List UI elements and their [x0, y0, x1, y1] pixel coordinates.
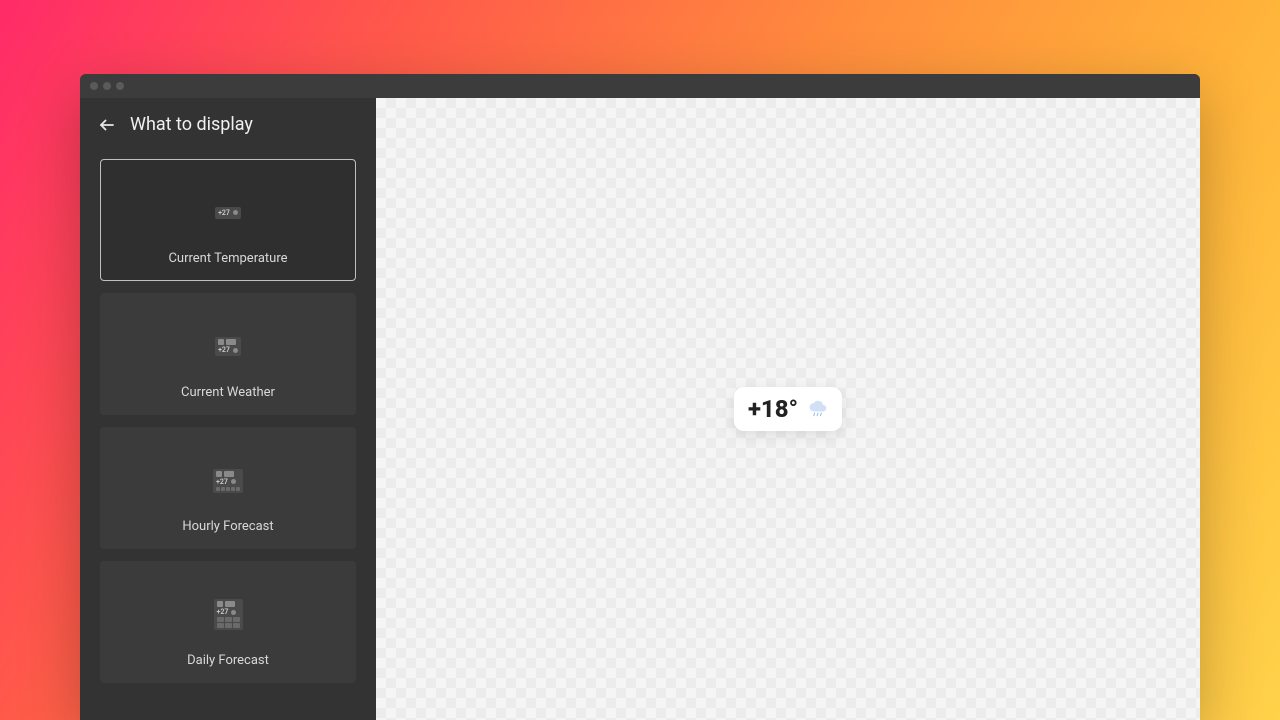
option-label: Current Weather [181, 385, 275, 400]
mini-widget-preview: +27 [215, 337, 241, 356]
option-label: Current Temperature [168, 251, 287, 266]
mini-header-bar [224, 471, 234, 477]
mini-temp-label: +27 [218, 209, 230, 217]
option-label: Daily Forecast [187, 653, 269, 668]
mini-header-icon [218, 339, 224, 345]
mini-temp-label: +27 [217, 608, 229, 616]
mini-widget-preview: +27 [213, 469, 243, 493]
mini-header-icon [217, 601, 223, 607]
window-control-minimize[interactable] [103, 82, 111, 90]
option-preview: +27 [215, 174, 241, 251]
back-arrow-icon[interactable] [98, 116, 116, 134]
content-area: What to display +27 Current Temperature [80, 98, 1200, 720]
option-label: Hourly Forecast [182, 519, 273, 534]
mini-header-icon [216, 471, 222, 477]
window-control-zoom[interactable] [116, 82, 124, 90]
display-options-list: +27 Current Temperature [80, 149, 376, 703]
mini-weather-icon [233, 210, 238, 215]
mini-header-bar [226, 339, 236, 345]
sidebar-header: What to display [80, 98, 376, 149]
mini-weather-icon [231, 479, 236, 484]
mini-header-bar [225, 601, 235, 607]
option-current-weather[interactable]: +27 Current Weather [100, 293, 356, 415]
mini-widget-preview: +27 [214, 599, 243, 630]
option-preview: +27 [214, 576, 243, 653]
mini-weather-icon [231, 610, 236, 615]
mini-widget-preview: +27 [215, 207, 241, 219]
cloud-rain-icon [808, 400, 828, 418]
app-window: What to display +27 Current Temperature [80, 74, 1200, 720]
preview-canvas[interactable]: +18° [376, 98, 1200, 720]
sidebar-title: What to display [130, 114, 253, 135]
mini-temp-label: +27 [216, 478, 228, 486]
option-current-temperature[interactable]: +27 Current Temperature [100, 159, 356, 281]
mini-hourly-bars [216, 487, 240, 491]
option-daily-forecast[interactable]: +27 Daily Forecast [100, 561, 356, 683]
mini-daily-grid [217, 617, 240, 628]
option-preview: +27 [213, 442, 243, 519]
titlebar [80, 74, 1200, 98]
option-hourly-forecast[interactable]: +27 Hourly Forecast [100, 427, 356, 549]
sidebar: What to display +27 Current Temperature [80, 98, 376, 720]
mini-weather-icon [233, 348, 238, 353]
weather-widget[interactable]: +18° [734, 387, 842, 431]
widget-temperature: +18° [748, 395, 798, 423]
window-control-close[interactable] [90, 82, 98, 90]
option-preview: +27 [215, 308, 241, 385]
mini-temp-label: +27 [218, 346, 230, 354]
